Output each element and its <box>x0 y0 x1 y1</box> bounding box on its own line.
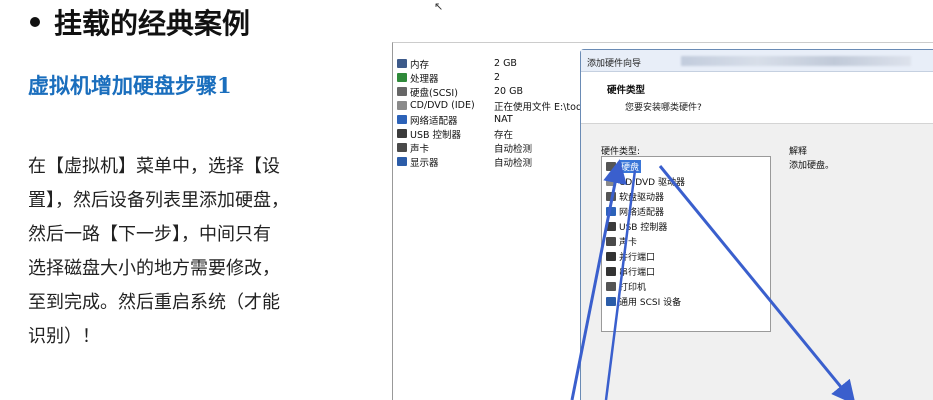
memory-icon <box>397 59 407 68</box>
hardware-type-item[interactable]: 硬盘 <box>606 159 642 173</box>
body-line: 至到完成。然后重启系统（才能 <box>28 292 280 313</box>
usb-icon <box>397 129 407 138</box>
parallel-port-icon <box>606 251 616 261</box>
slide-body: 在【虚拟机】菜单中，选择【设 置】，然后设备列表里添加硬盘， 然后一路【下一步】… <box>28 150 358 354</box>
device-name: 内存 <box>410 59 430 71</box>
printer-icon <box>606 281 616 291</box>
mouse-cursor-icon: ↖ <box>434 0 444 13</box>
slide-heading: 挂载的经典案例 <box>30 2 250 42</box>
device-row[interactable]: CD/DVD (IDE) 正在使用文件 E:\tod <box>397 99 582 113</box>
device-name: 显示器 <box>410 157 439 169</box>
add-hardware-wizard: 添加硬件向导 硬件类型 您要安装哪类硬件? 硬件类型: 硬盘 CD/DVD 驱动器… <box>580 49 933 400</box>
device-value: 自动检测 <box>494 143 533 155</box>
wizard-titlebar[interactable]: 添加硬件向导 <box>581 50 933 72</box>
device-value: 正在使用文件 E:\tod <box>494 101 582 113</box>
slide-title: 挂载的经典案例 <box>54 7 251 40</box>
hardware-type-item[interactable]: USB 控制器 <box>606 219 667 233</box>
device-name: 声卡 <box>410 143 430 155</box>
network-icon <box>606 206 616 216</box>
cdrom-icon <box>606 176 616 186</box>
scsi-icon <box>606 296 616 306</box>
hardware-type-label: USB 控制器 <box>619 222 668 233</box>
sound-icon <box>606 236 616 246</box>
device-row[interactable]: 声卡 自动检测 <box>397 141 533 155</box>
cpu-icon <box>397 73 407 82</box>
device-name: CD/DVD (IDE) <box>410 100 475 111</box>
explain-label: 解释 <box>789 147 808 157</box>
hardware-type-label: 打印机 <box>619 282 647 293</box>
device-row[interactable]: 硬盘(SCSI) 20 GB <box>397 85 523 99</box>
sound-icon <box>397 143 407 152</box>
harddisk-icon <box>397 87 407 96</box>
hardware-type-label: 声卡 <box>619 237 638 248</box>
device-row[interactable]: USB 控制器 存在 <box>397 127 514 141</box>
explain-text: 添加硬盘。 <box>789 161 835 171</box>
hardware-type-item[interactable]: 打印机 <box>606 279 646 293</box>
body-line: 在【虚拟机】菜单中，选择【设 <box>28 156 280 177</box>
device-row[interactable]: 内存 2 GB <box>397 57 517 71</box>
hardware-type-list[interactable]: 硬盘 CD/DVD 驱动器 软盘驱动器网络适配器 USB 控制器 声卡并行端口串行端口打… <box>601 156 771 332</box>
hardware-type-item[interactable]: 声卡 <box>606 234 637 248</box>
hardware-type-label: 并行端口 <box>619 252 656 263</box>
vm-settings-screenshot: 内存 2 GB 处理器 2 硬盘(SCSI) 20 GB CD/DVD (IDE) 正在使用文… <box>392 42 933 400</box>
hardware-type-item[interactable]: 串行端口 <box>606 264 655 278</box>
device-value: 自动检测 <box>494 157 533 169</box>
wizard-title: 添加硬件向导 <box>587 59 642 69</box>
device-list: 内存 2 GB 处理器 2 硬盘(SCSI) 20 GB CD/DVD (IDE) 正在使用文… <box>393 43 583 400</box>
blurred-title-region <box>681 56 911 66</box>
hardware-type-label: 硬盘 <box>619 159 642 173</box>
wizard-header-title: 硬件类型 <box>607 85 646 96</box>
harddisk-icon <box>606 161 616 171</box>
device-row[interactable]: 处理器 2 <box>397 71 501 85</box>
floppy-icon <box>606 191 616 201</box>
device-value: 2 GB <box>494 58 517 69</box>
device-name: 硬盘(SCSI) <box>410 87 458 99</box>
hardware-type-label: 软盘驱动器 <box>619 192 665 203</box>
hardware-type-label: 网络适配器 <box>619 207 665 218</box>
hardware-type-item[interactable]: 软盘驱动器 <box>606 189 664 203</box>
usb-icon <box>606 221 616 231</box>
slide-subtitle: 虚拟机增加硬盘步骤1 <box>28 73 232 98</box>
hardware-type-item[interactable]: 并行端口 <box>606 249 655 263</box>
serial-port-icon <box>606 266 616 276</box>
cdrom-icon <box>397 101 407 110</box>
device-name: 处理器 <box>410 73 439 85</box>
display-icon <box>397 157 407 166</box>
hardware-type-item[interactable]: CD/DVD 驱动器 <box>606 174 685 188</box>
device-name: 网络适配器 <box>410 115 458 127</box>
body-line: 识别）！ <box>28 326 100 347</box>
wizard-header-subtitle: 您要安装哪类硬件? <box>625 103 702 113</box>
hardware-type-item[interactable]: 网络适配器 <box>606 204 664 218</box>
bullet-icon <box>30 17 40 27</box>
hardware-type-item[interactable]: 通用 SCSI 设备 <box>606 294 681 308</box>
hardware-type-label: CD/DVD 驱动器 <box>619 177 685 188</box>
network-icon <box>397 115 407 124</box>
body-line: 置】，然后设备列表里添加硬盘， <box>28 190 289 211</box>
device-value: 20 GB <box>494 86 523 97</box>
hardware-type-label: 串行端口 <box>619 267 656 278</box>
device-row[interactable]: 显示器 自动检测 <box>397 155 533 169</box>
device-name: USB 控制器 <box>410 129 462 141</box>
hardware-type-label: 通用 SCSI 设备 <box>619 297 682 308</box>
wizard-header: 硬件类型 您要安装哪类硬件? <box>581 72 933 124</box>
device-value: NAT <box>494 114 513 125</box>
device-value: 2 <box>494 72 501 83</box>
body-line: 选择磁盘大小的地方需要修改， <box>28 258 280 279</box>
device-value: 存在 <box>494 129 514 141</box>
body-line: 然后一路【下一步】，中间只有 <box>28 224 271 245</box>
device-row[interactable]: 网络适配器 NAT <box>397 113 513 127</box>
